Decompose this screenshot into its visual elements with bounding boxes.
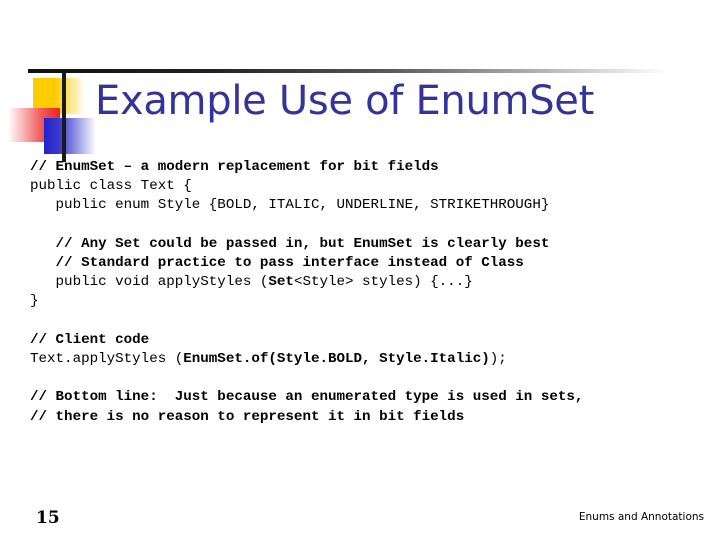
code-line: // Bottom line: Just because an enumerat… bbox=[30, 388, 700, 407]
code-emphasis: // Bottom line: Just because an enumerat… bbox=[30, 389, 584, 406]
code-line: Text.applyStyles (EnumSet.of(Style.BOLD,… bbox=[30, 350, 700, 369]
code-line: // Client code bbox=[30, 331, 700, 350]
code-line: // Any Set could be passed in, but EnumS… bbox=[30, 235, 700, 254]
code-line: // Standard practice to pass interface i… bbox=[30, 254, 700, 273]
code-line: // EnumSet – a modern replacement for bi… bbox=[30, 158, 700, 177]
code-text: <Style> styles) {...} bbox=[293, 274, 473, 291]
code-emphasis: Set bbox=[268, 274, 294, 291]
code-line: } bbox=[30, 292, 700, 311]
title-divider-line bbox=[28, 69, 688, 73]
decorative-logo bbox=[0, 60, 110, 162]
code-text: } bbox=[30, 293, 39, 310]
code-emphasis: // Standard practice to pass interface i… bbox=[30, 255, 524, 271]
code-block: // EnumSet – a modern replacement for bi… bbox=[30, 158, 700, 427]
slide-canvas: Example Use of EnumSet // EnumSet – a mo… bbox=[0, 0, 720, 540]
code-text: public class Text { bbox=[30, 178, 192, 195]
code-line: public void applyStyles (Set<Style> styl… bbox=[30, 273, 700, 292]
code-emphasis: // Any Set could be passed in, but EnumS… bbox=[30, 235, 550, 252]
page-number: 15 bbox=[36, 508, 60, 528]
code-text: public enum Style {BOLD, ITALIC, UNDERLI… bbox=[30, 197, 550, 214]
code-line: public class Text { bbox=[30, 177, 700, 196]
code-emphasis: // EnumSet – a modern replacement for bi… bbox=[30, 159, 439, 175]
code-text: public void applyStyles ( bbox=[30, 274, 269, 291]
footer-label: Enums and Annotations bbox=[578, 511, 704, 523]
blue-square-icon bbox=[44, 118, 96, 154]
code-text: Text.applyStyles ( bbox=[30, 351, 184, 367]
vertical-bar-icon bbox=[62, 70, 66, 162]
code-text: ); bbox=[489, 351, 507, 367]
code-line: public enum Style {BOLD, ITALIC, UNDERLI… bbox=[30, 196, 700, 215]
code-emphasis: EnumSet.of(Style.BOLD, Style.Italic) bbox=[183, 351, 490, 367]
code-emphasis: // Client code bbox=[30, 331, 150, 348]
page-title: Example Use of EnumSet bbox=[95, 78, 594, 124]
code-emphasis: // there is no reason to represent it in… bbox=[30, 408, 465, 425]
code-line: // there is no reason to represent it in… bbox=[30, 408, 700, 427]
